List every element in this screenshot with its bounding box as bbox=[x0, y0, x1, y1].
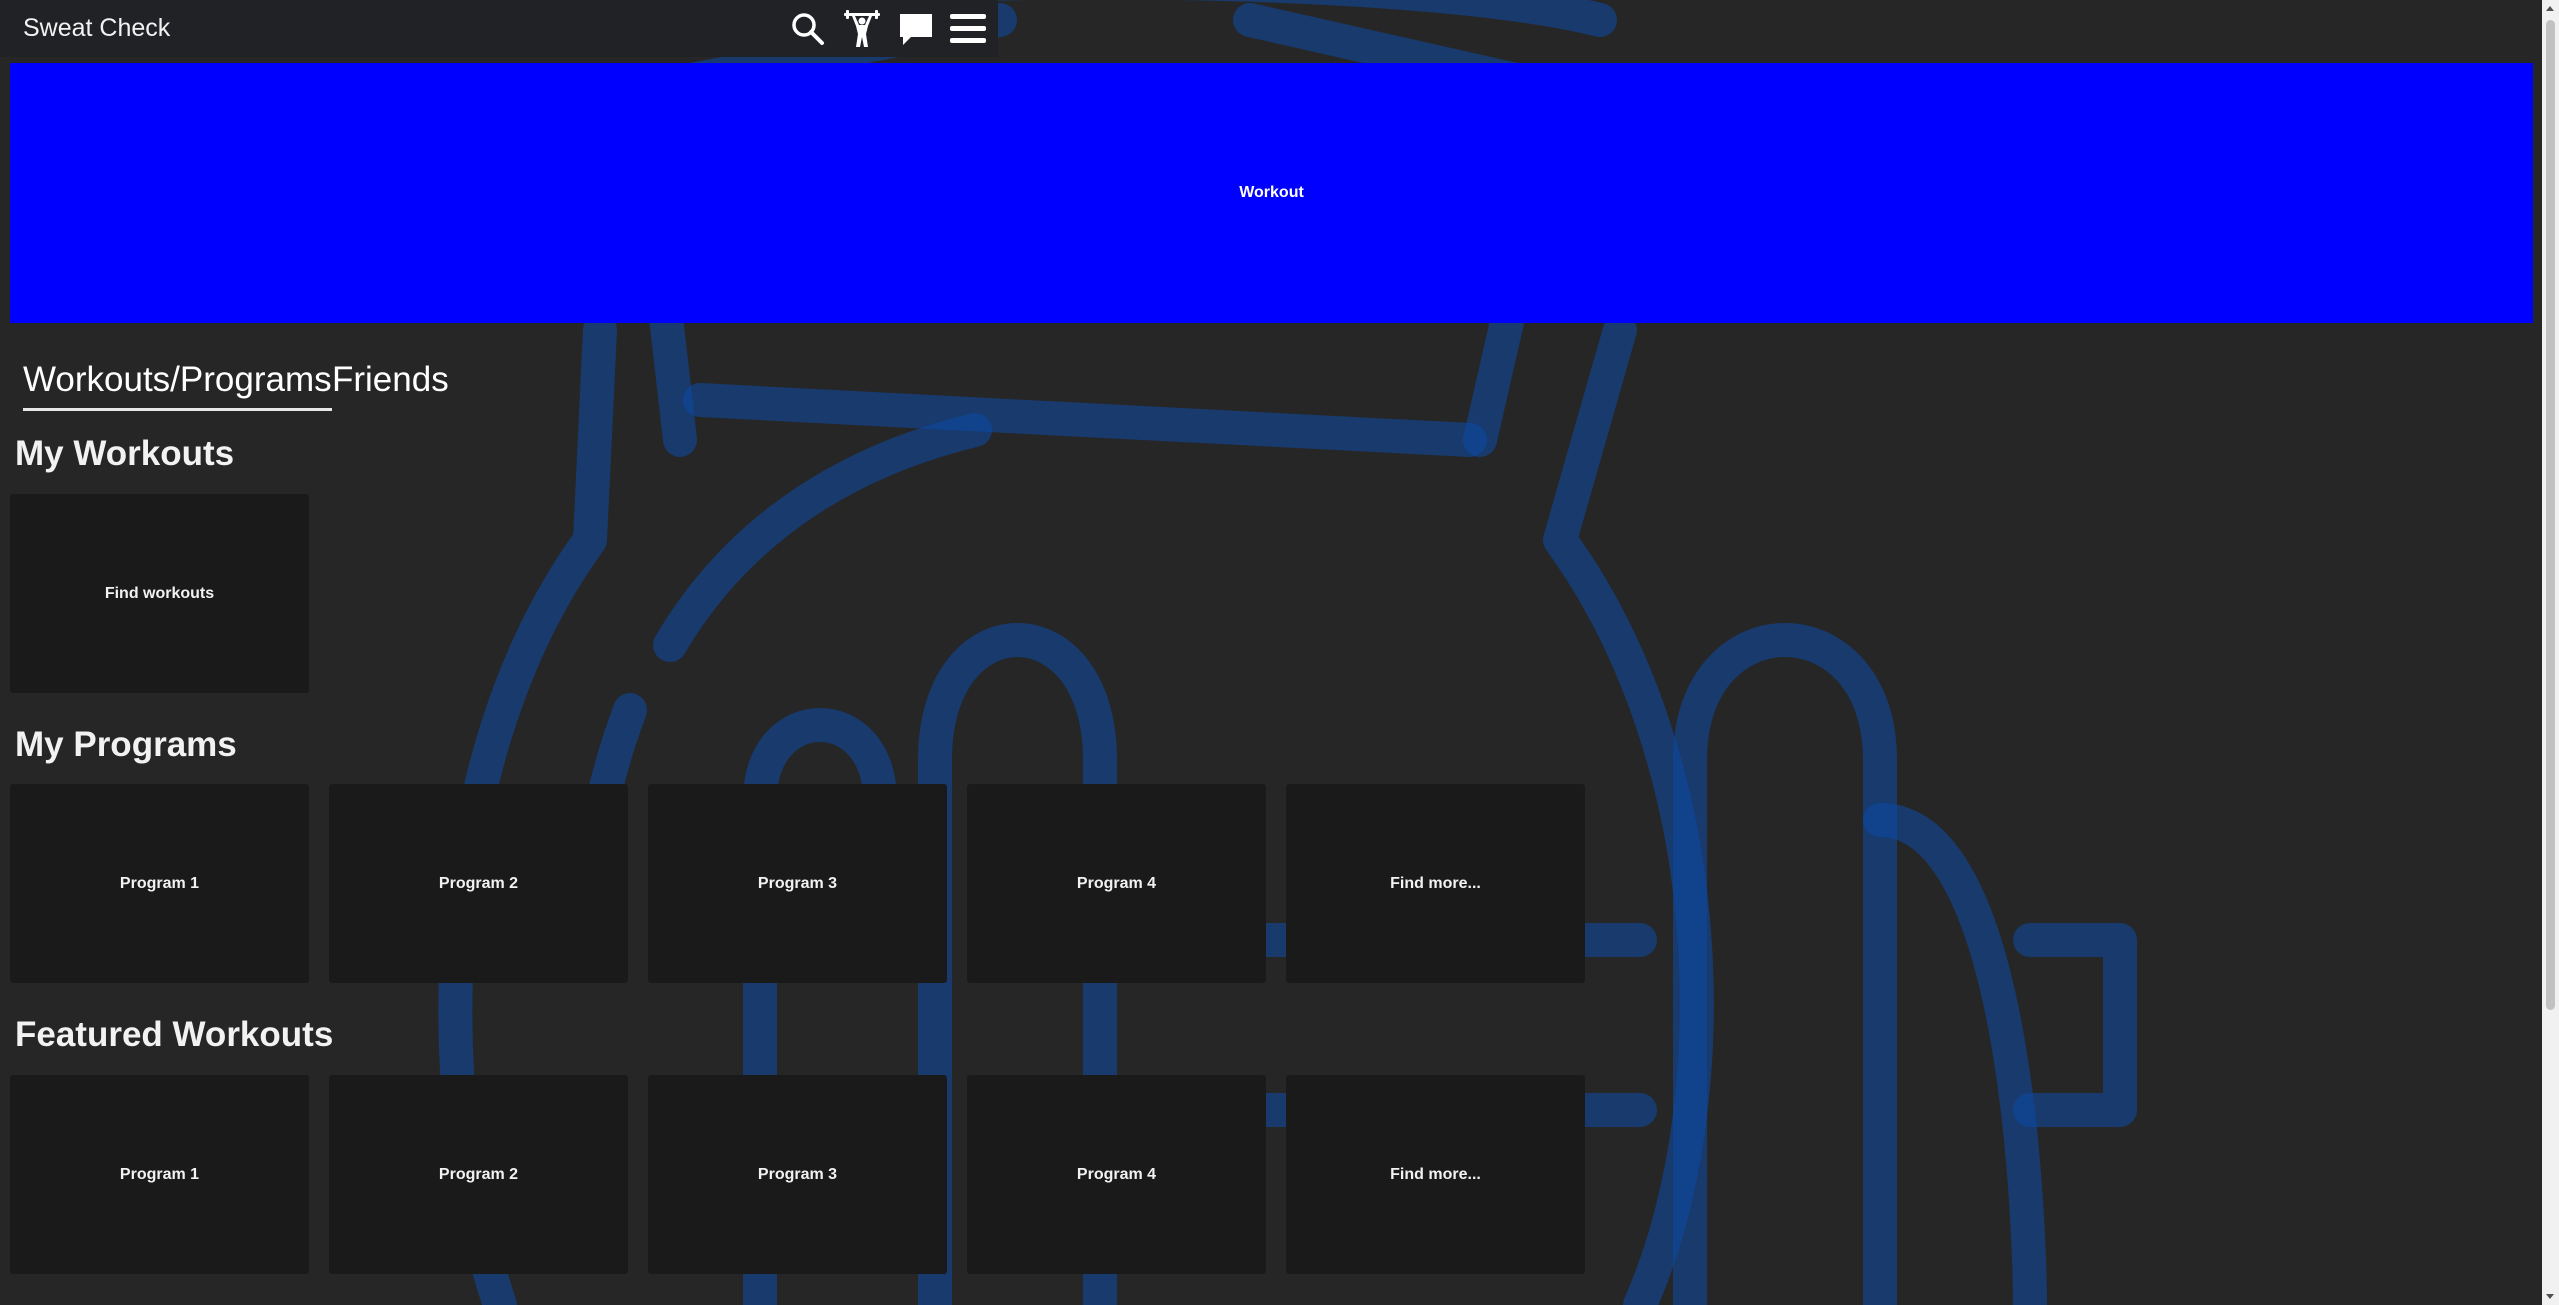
chat-icon[interactable] bbox=[897, 10, 935, 48]
card-label: Find more... bbox=[1390, 874, 1481, 892]
find-more-featured-card[interactable]: Find more... bbox=[1286, 1075, 1585, 1274]
card-label: Program 4 bbox=[1076, 1165, 1157, 1183]
card-label: Program 2 bbox=[438, 874, 519, 892]
card-label: Program 1 bbox=[119, 1165, 200, 1183]
my-programs-row: Program 1 Program 2 Program 3 Program 4 … bbox=[10, 784, 1585, 983]
program-card[interactable]: Program 3 bbox=[648, 784, 947, 983]
my-workouts-heading: My Workouts bbox=[15, 434, 235, 473]
search-icon[interactable] bbox=[789, 10, 827, 48]
program-card[interactable]: Program 2 bbox=[329, 784, 628, 983]
weightlifter-icon[interactable] bbox=[843, 10, 881, 48]
card-label: Program 2 bbox=[438, 1165, 519, 1183]
app-title[interactable]: Sweat Check bbox=[23, 14, 170, 43]
vertical-scrollbar[interactable] bbox=[2542, 0, 2559, 1305]
card-label: Program 3 bbox=[757, 874, 838, 892]
my-programs-heading: My Programs bbox=[15, 725, 237, 764]
workout-banner[interactable]: Workout bbox=[10, 63, 2533, 323]
tab-friends[interactable]: Friends bbox=[332, 360, 449, 400]
top-nav-bar: Sweat Check bbox=[0, 0, 998, 57]
featured-card[interactable]: Program 2 bbox=[329, 1075, 628, 1274]
my-workouts-row: Find workouts bbox=[10, 494, 309, 693]
program-card[interactable]: Program 1 bbox=[10, 784, 309, 983]
menu-icon[interactable] bbox=[949, 10, 987, 48]
featured-card[interactable]: Program 1 bbox=[10, 1075, 309, 1274]
card-label: Program 4 bbox=[1076, 874, 1157, 892]
card-label: Find workouts bbox=[104, 584, 215, 602]
find-workouts-card[interactable]: Find workouts bbox=[10, 494, 309, 693]
scroll-down-arrow-icon[interactable] bbox=[2546, 1294, 2554, 1299]
featured-workouts-row: Program 1 Program 2 Program 3 Program 4 … bbox=[10, 1075, 1585, 1274]
card-label: Program 3 bbox=[757, 1165, 838, 1183]
scroll-thumb[interactable] bbox=[2546, 20, 2555, 1010]
card-label: Find more... bbox=[1390, 1165, 1481, 1183]
tab-workouts-programs[interactable]: Workouts/Programs bbox=[23, 360, 332, 411]
program-card[interactable]: Program 4 bbox=[967, 784, 1266, 983]
featured-card[interactable]: Program 4 bbox=[967, 1075, 1266, 1274]
banner-label: Workout bbox=[1239, 184, 1304, 201]
featured-card[interactable]: Program 3 bbox=[648, 1075, 947, 1274]
find-more-programs-card[interactable]: Find more... bbox=[1286, 784, 1585, 983]
scroll-up-arrow-icon[interactable] bbox=[2546, 6, 2554, 11]
featured-workouts-heading: Featured Workouts bbox=[15, 1015, 334, 1054]
card-label: Program 1 bbox=[119, 874, 200, 892]
